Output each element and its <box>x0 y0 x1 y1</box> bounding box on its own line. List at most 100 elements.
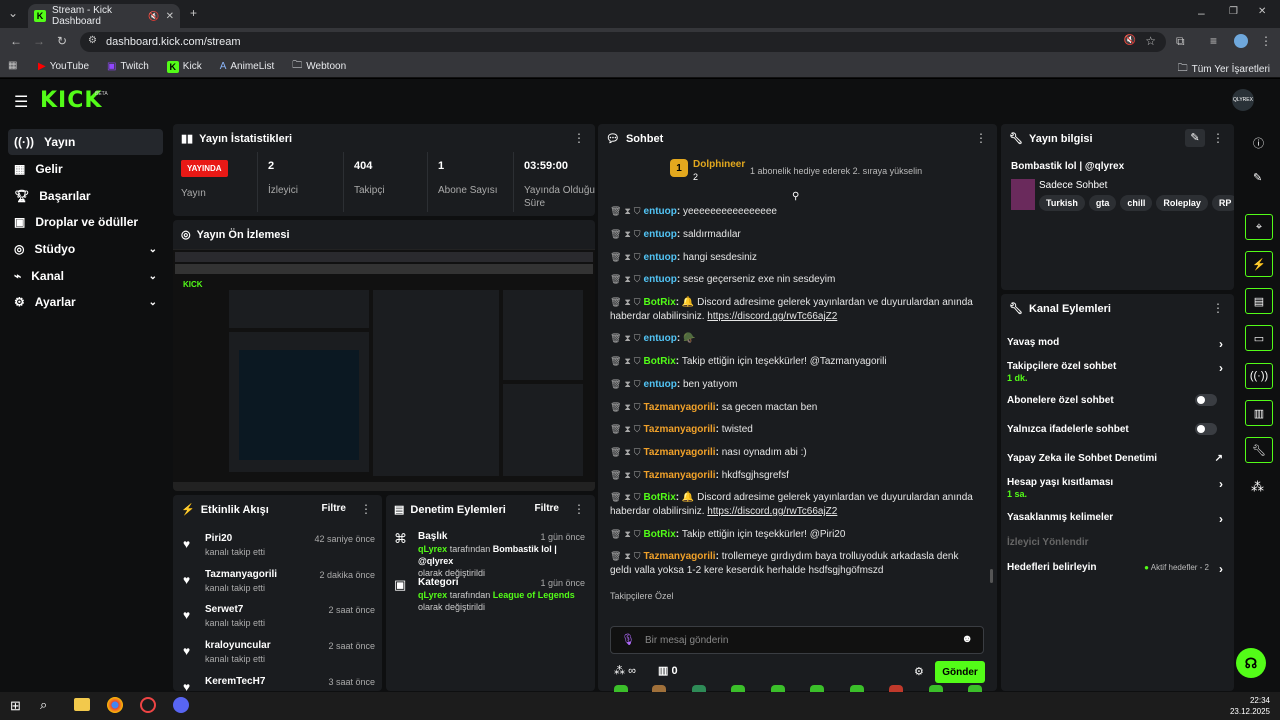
app-icon[interactable] <box>140 697 156 713</box>
chat-username[interactable]: entuop <box>644 333 677 344</box>
chat-username[interactable]: entuop <box>644 274 677 285</box>
top-gifter-name[interactable]: Dolphineer <box>693 159 745 170</box>
delete-icon[interactable]: 🗑︎ <box>610 206 621 216</box>
timeout-icon[interactable]: ⧗ <box>624 402 630 412</box>
delete-icon[interactable]: 🗑︎ <box>610 229 621 239</box>
channel-action-item[interactable]: Yalnızca ifadelerle sohbet <box>1007 423 1223 435</box>
delete-icon[interactable]: 🗑︎ <box>610 492 621 502</box>
support-icon[interactable]: ☊ <box>1236 648 1266 678</box>
close-window-icon[interactable]: ✕ <box>1258 6 1266 17</box>
bookmark-star-icon[interactable]: ☆ <box>1145 34 1156 48</box>
channel-action-item[interactable]: Takipçilere özel sohbet 1 dk. › <box>1007 361 1223 383</box>
send-button[interactable]: Gönder <box>935 661 985 683</box>
chat-username[interactable]: BotRix <box>644 297 676 308</box>
chat-username[interactable]: BotRix <box>644 529 676 540</box>
timeout-icon[interactable]: ⧗ <box>624 492 630 502</box>
delete-icon[interactable]: 🗑︎ <box>610 297 621 307</box>
new-tab-icon[interactable]: + <box>190 6 197 20</box>
file-explorer-icon[interactable] <box>74 698 90 711</box>
chat-link[interactable]: https://discord.gg/rwTc66ajZ2 <box>707 311 837 322</box>
timeout-icon[interactable]: ⧗ <box>624 297 630 307</box>
toggle-switch[interactable] <box>1195 394 1217 406</box>
timeout-icon[interactable]: ⧗ <box>624 206 630 216</box>
search-icon[interactable]: ⌕ <box>40 697 47 713</box>
chat-username[interactable]: Tazmanyagorili <box>644 470 716 481</box>
timeout-icon[interactable]: ⧗ <box>624 379 630 389</box>
rail-tools-button[interactable]: 🔧︎ <box>1245 437 1273 463</box>
more-icon[interactable]: ⋮ <box>1212 301 1224 315</box>
timeout-icon[interactable]: ⧗ <box>624 424 630 434</box>
delete-icon[interactable]: 🗑︎ <box>610 529 621 539</box>
chat-username[interactable]: entuop <box>644 252 677 263</box>
moderation-filter-button[interactable]: Filtre <box>535 503 559 514</box>
channel-action-item[interactable]: Yasaklanmış kelimeler › <box>1007 512 1223 526</box>
sidebar-item-basarilar[interactable]: 🏆︎ Başarılar <box>8 183 163 209</box>
stream-preview-video[interactable]: KICK <box>173 249 595 491</box>
chat-username[interactable]: entuop <box>644 229 677 240</box>
chrome-icon[interactable] <box>107 697 123 713</box>
channel-action-item[interactable]: Abonelere özel sohbet <box>1007 394 1223 406</box>
channel-action-item[interactable]: Yapay Zeka ile Sohbet Denetimi ↗ <box>1007 453 1223 464</box>
channel-points[interactable]: ⁂ ∞ <box>614 664 636 677</box>
delete-icon[interactable]: 🗑︎ <box>610 402 621 412</box>
more-icon[interactable]: ⋮ <box>360 502 372 516</box>
back-icon[interactable]: ← <box>10 34 22 48</box>
timeout-icon[interactable]: ⧗ <box>624 274 630 284</box>
delete-icon[interactable]: 🗑︎ <box>610 379 621 389</box>
edit-icon[interactable]: ✎ <box>1185 129 1205 147</box>
chat-username[interactable]: Tazmanyagorili <box>644 551 716 562</box>
media-icon[interactable]: 🔇 <box>1124 35 1136 46</box>
pencil-icon[interactable]: ✎ <box>1253 171 1262 184</box>
delete-icon[interactable]: 🗑︎ <box>610 252 621 262</box>
delete-icon[interactable]: 🗑︎ <box>610 447 621 457</box>
channel-action-item[interactable]: Hesap yaşı kısıtlaması 1 sa. › <box>1007 477 1223 499</box>
mute-icon[interactable]: 🔇 <box>148 11 159 22</box>
emoji-icon[interactable]: ☻ <box>961 633 973 645</box>
sidebar-item-studyo[interactable]: ◎ Stüdyo ⌄ <box>8 236 163 262</box>
user-avatar[interactable]: QLYREX <box>1232 89 1254 111</box>
discord-icon[interactable] <box>173 697 189 713</box>
timeout-icon[interactable]: ⧗ <box>624 229 630 239</box>
chat-username[interactable]: Tazmanyagorili <box>644 402 716 413</box>
chat-scrollbar[interactable] <box>990 569 993 583</box>
timeout-icon[interactable]: ⧗ <box>624 333 630 343</box>
minimize-icon[interactable]: – <box>1198 6 1205 20</box>
delete-icon[interactable]: 🗑︎ <box>610 551 621 561</box>
kick-logo[interactable]: KICK <box>40 88 102 113</box>
bookmark-animelist[interactable]: A AnimeList <box>220 61 275 72</box>
sidebar-item-gelir[interactable]: ▦ Gelir <box>8 156 163 182</box>
timeout-icon[interactable]: ⧗ <box>624 356 630 366</box>
tab-list-icon[interactable]: ⌄ <box>8 6 18 20</box>
timeout-icon[interactable]: ⧗ <box>624 447 630 457</box>
rail-chat-button[interactable]: ▭ <box>1245 325 1273 351</box>
timeout-icon[interactable]: ⧗ <box>624 551 630 561</box>
info-icon[interactable]: ⓘ <box>1253 135 1264 151</box>
bookmark-youtube[interactable]: ▶ YouTube <box>38 61 89 72</box>
activity-filter-button[interactable]: Filtre <box>322 503 346 514</box>
all-bookmarks[interactable]: 🗀 Tüm Yer İşaretleri <box>1178 61 1270 78</box>
rail-notes-button[interactable]: ▤ <box>1245 288 1273 314</box>
rail-store-button[interactable]: ▥ <box>1245 400 1273 426</box>
browser-tab[interactable]: K Stream - Kick Dashboard 🔇 ✕ <box>28 4 180 28</box>
chat-username[interactable]: BotRix <box>644 492 676 503</box>
delete-icon[interactable]: 🗑︎ <box>610 274 621 284</box>
points-icon[interactable]: ⁂ <box>1251 479 1264 495</box>
more-icon[interactable]: ⋮ <box>573 131 585 145</box>
rail-flash-button[interactable]: ⚡ <box>1245 251 1273 277</box>
sidebar-item-yayin[interactable]: ((·)) Yayın <box>8 129 163 155</box>
chat-username[interactable]: BotRix <box>644 356 676 367</box>
chat-input[interactable]: 🎙︎ Bir mesaj gönderin ☻ <box>610 626 984 654</box>
hamburger-menu-icon[interactable]: ☰ <box>14 92 28 112</box>
site-info-icon[interactable]: ⚙ <box>88 35 97 46</box>
delete-icon[interactable]: 🗑︎ <box>610 424 621 434</box>
more-icon[interactable]: ⋮ <box>975 131 987 145</box>
forward-icon[interactable]: → <box>33 34 45 48</box>
channel-action-item[interactable]: İzleyici Yönlendir <box>1007 537 1223 548</box>
apps-icon[interactable]: ▦ <box>8 60 17 71</box>
delete-icon[interactable]: 🗑︎ <box>610 356 621 366</box>
browser-menu-icon[interactable]: ⋮ <box>1260 34 1272 48</box>
stream-category[interactable]: Sadece Sohbet <box>1039 180 1107 191</box>
timeout-icon[interactable]: ⧗ <box>624 470 630 480</box>
bookmark-webtoon[interactable]: 🗀 Webtoon <box>292 58 346 75</box>
windows-start-icon[interactable]: ⊞ <box>10 698 21 714</box>
